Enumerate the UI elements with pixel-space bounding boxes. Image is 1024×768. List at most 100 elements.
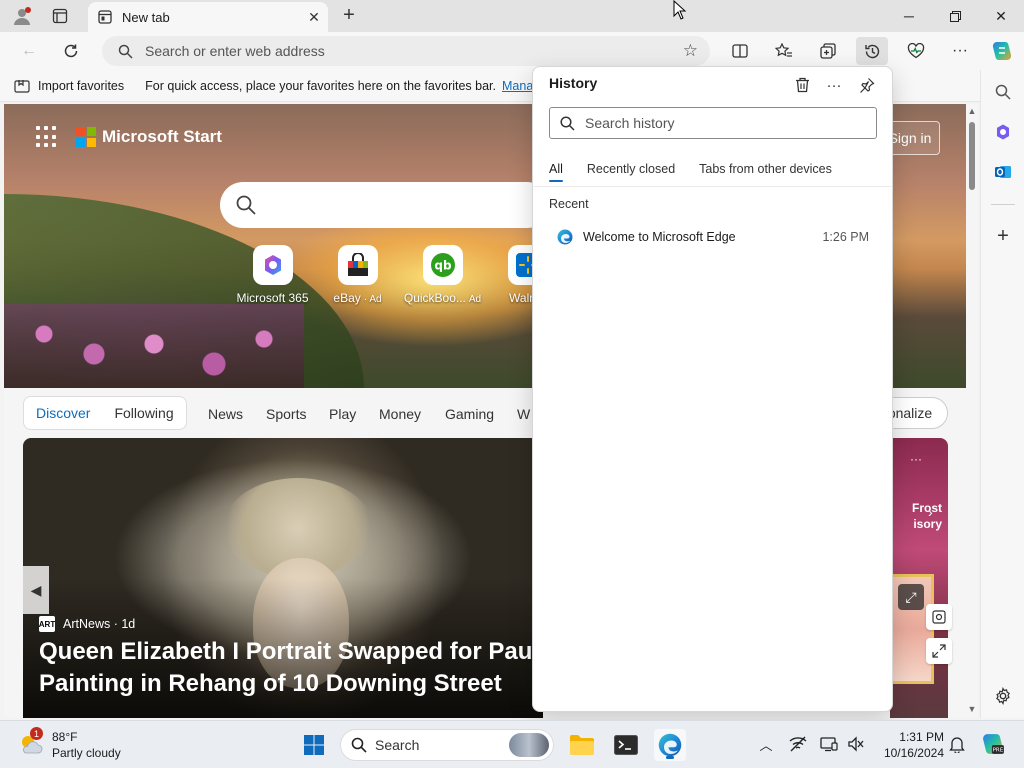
copilot-button[interactable] — [986, 37, 1018, 65]
edge-favicon-icon — [557, 229, 573, 245]
tab-actions-icon[interactable] — [46, 4, 74, 28]
scrollbar-thumb[interactable] — [969, 122, 975, 190]
carousel-previous-button[interactable]: ◀ — [23, 566, 49, 614]
pin-history-button[interactable] — [853, 71, 881, 99]
split-screen-icon — [732, 44, 748, 58]
favorites-bar-message: For quick access, place your favorites h… — [145, 78, 497, 93]
fullscreen-button[interactable] — [926, 638, 952, 664]
scroll-up-icon[interactable]: ▲ — [966, 106, 978, 116]
visual-search-icon — [932, 610, 946, 624]
edge-icon — [658, 733, 682, 757]
terminal-button[interactable] — [610, 729, 642, 761]
quicklink-ebay[interactable]: eBay · Ad — [315, 245, 400, 305]
visual-search-button[interactable] — [926, 604, 952, 630]
microsoft-start-header: Microsoft Start — [36, 126, 222, 148]
svg-text:PRE: PRE — [993, 748, 1004, 754]
ad-label: · Ad — [363, 294, 382, 305]
new-tab-page-icon — [98, 10, 112, 24]
tab-recently-closed[interactable]: Recently closed — [587, 162, 675, 182]
close-window-button[interactable]: ✕ — [978, 0, 1024, 32]
category-sports[interactable]: Sports — [266, 406, 306, 422]
favorites-button[interactable] — [768, 37, 800, 65]
news-card-weather-alert[interactable]: ··· Frost isory › ⤢ — [890, 438, 948, 718]
favorite-star-icon[interactable]: ☆ — [683, 41, 698, 61]
history-more-options-button[interactable]: ··· — [820, 71, 848, 99]
chevron-right-icon[interactable]: › — [928, 504, 933, 520]
import-favorites-label: Import favorites — [38, 78, 125, 93]
navigation-bar: ← ☆ ··· — [0, 32, 1024, 70]
web-search-box[interactable] — [220, 182, 550, 228]
expand-icon[interactable]: ⤢ — [898, 584, 924, 610]
tab-following[interactable]: Following — [114, 405, 173, 421]
display-icon[interactable] — [818, 733, 840, 755]
sidebar-add-button[interactable]: + — [989, 222, 1017, 250]
windows-taskbar: 1 88°F Partly cloudy Search ︿ 1:31 PM 10… — [0, 720, 1024, 768]
notifications-bell-icon[interactable] — [946, 733, 968, 755]
quicklink-label: Microsoft 365 — [236, 291, 309, 305]
sidebar-outlook-button[interactable] — [989, 158, 1017, 186]
collections-button[interactable] — [812, 37, 844, 65]
address-input[interactable] — [145, 43, 625, 59]
history-button[interactable] — [856, 37, 888, 65]
quicklink-microsoft-365[interactable]: Microsoft 365 — [230, 245, 315, 305]
address-bar[interactable]: ☆ — [102, 36, 710, 66]
search-icon — [236, 195, 256, 215]
news-card-hero[interactable]: ◀ ART ArtNews · 1d Queen Elizabeth I Por… — [23, 438, 543, 718]
volume-muted-icon[interactable] — [845, 733, 867, 755]
clock-date: 10/16/2024 — [883, 746, 944, 760]
sidebar-search-button[interactable] — [989, 78, 1017, 106]
mouse-cursor-icon — [673, 0, 687, 23]
file-explorer-button[interactable] — [566, 729, 598, 761]
tab-title: New tab — [122, 9, 170, 25]
outlook-icon — [995, 166, 1011, 178]
tab-discover[interactable]: Discover — [36, 405, 90, 421]
taskbar-clock[interactable]: 1:31 PM 10/16/2024 — [874, 729, 944, 761]
delete-history-button[interactable] — [788, 71, 816, 99]
category-gaming[interactable]: Gaming — [445, 406, 494, 422]
settings-more-button[interactable]: ··· — [944, 37, 976, 65]
search-highlight-image — [509, 733, 549, 757]
history-item[interactable]: Welcome to Microsoft Edge 1:26 PM — [541, 223, 885, 251]
weather-alert-badge: 1 — [30, 727, 43, 740]
favorites-icon — [775, 43, 792, 57]
copilot-preview-icon[interactable]: PRE — [980, 731, 1006, 757]
minimize-button[interactable]: ─ — [886, 0, 932, 32]
category-play[interactable]: Play — [329, 406, 356, 422]
edge-taskbar-button[interactable] — [654, 729, 686, 761]
split-screen-button[interactable] — [724, 37, 756, 65]
scroll-down-icon[interactable]: ▼ — [966, 704, 978, 714]
browser-essentials-button[interactable] — [900, 37, 932, 65]
tab-other-devices[interactable]: Tabs from other devices — [699, 162, 832, 182]
profile-icon[interactable] — [8, 4, 36, 28]
card-source: ART ArtNews · 1d — [39, 616, 135, 632]
restore-button[interactable] — [932, 0, 978, 32]
tab-all[interactable]: All — [549, 162, 563, 182]
category-news[interactable]: News — [208, 406, 243, 422]
sidebar-microsoft-365-button[interactable] — [989, 118, 1017, 146]
close-tab-icon[interactable]: ✕ — [300, 9, 328, 26]
tab-new-tab[interactable]: New tab ✕ — [88, 2, 328, 32]
refresh-button[interactable] — [56, 37, 86, 65]
weather-widget[interactable]: 1 88°F Partly cloudy — [18, 727, 121, 761]
card-more-button[interactable]: ··· — [910, 452, 922, 466]
card-headline[interactable]: Queen Elizabeth I Portrait Swapped for P… — [39, 636, 543, 700]
quicklink-label: eBay — [333, 291, 361, 305]
back-button[interactable]: ← — [14, 37, 44, 65]
show-hidden-icons-button[interactable]: ︿ — [755, 733, 777, 755]
network-icon[interactable] — [787, 733, 809, 755]
history-search-box[interactable] — [549, 107, 877, 139]
heart-pulse-icon — [907, 43, 925, 59]
new-tab-button[interactable]: + — [336, 4, 362, 28]
app-launcher-icon[interactable] — [36, 126, 58, 148]
sidebar-settings-button[interactable] — [989, 682, 1017, 710]
start-button[interactable] — [298, 729, 330, 761]
microsoft-365-icon — [264, 255, 281, 275]
taskbar-search-box[interactable]: Search — [340, 729, 554, 761]
history-search-input[interactable] — [585, 115, 855, 131]
quicklink-quickbooks[interactable]: qb QuickBoo... Ad — [400, 245, 485, 305]
page-scrollbar[interactable]: ▲ ▼ — [966, 104, 978, 718]
category-weather[interactable]: W — [517, 406, 530, 422]
import-favorites-button[interactable]: Import favorites — [14, 79, 124, 93]
category-money[interactable]: Money — [379, 406, 421, 422]
microsoft-start-brand[interactable]: Microsoft Start — [102, 127, 222, 147]
